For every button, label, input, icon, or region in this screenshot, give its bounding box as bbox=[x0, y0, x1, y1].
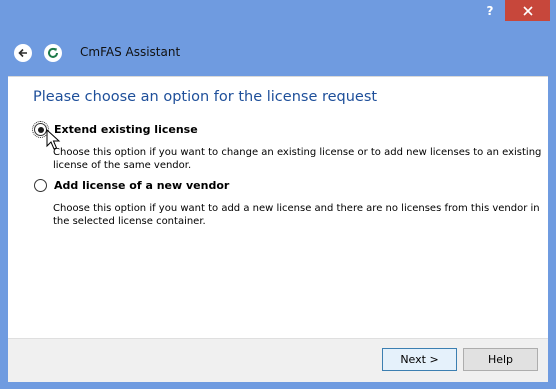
help-button[interactable]: Help bbox=[463, 348, 538, 371]
option-new-vendor[interactable]: Add license of a new vendor bbox=[34, 179, 229, 192]
app-title: CmFAS Assistant bbox=[80, 45, 181, 59]
new-vendor-description: Choose this option if you want to add a … bbox=[53, 203, 540, 227]
back-button[interactable] bbox=[14, 44, 32, 62]
help-caption-button[interactable]: ? bbox=[478, 0, 502, 21]
title-bar[interactable]: ? bbox=[0, 0, 556, 30]
refresh-icon bbox=[48, 47, 58, 58]
content-panel: Please choose an option for the license … bbox=[8, 76, 548, 339]
close-button[interactable] bbox=[505, 0, 550, 21]
app-logo bbox=[44, 44, 62, 62]
new-vendor-label: Add license of a new vendor bbox=[54, 179, 230, 192]
extend-license-label: Extend existing license bbox=[54, 123, 198, 136]
mouse-pointer-icon bbox=[46, 129, 61, 150]
page-heading: Please choose an option for the license … bbox=[33, 89, 378, 105]
header-bar: CmFAS Assistant bbox=[8, 30, 548, 76]
new-vendor-radio[interactable] bbox=[34, 179, 47, 192]
back-arrow-icon bbox=[18, 48, 27, 58]
help-caption-label: ? bbox=[486, 3, 494, 18]
close-icon bbox=[522, 5, 533, 16]
button-bar: Next > Help bbox=[8, 338, 548, 382]
extend-license-description: Choose this option if you want to change… bbox=[53, 147, 542, 171]
assistant-window: ? CmFAS Assistant Please choose an optio… bbox=[0, 0, 556, 389]
next-button[interactable]: Next > bbox=[382, 348, 457, 371]
